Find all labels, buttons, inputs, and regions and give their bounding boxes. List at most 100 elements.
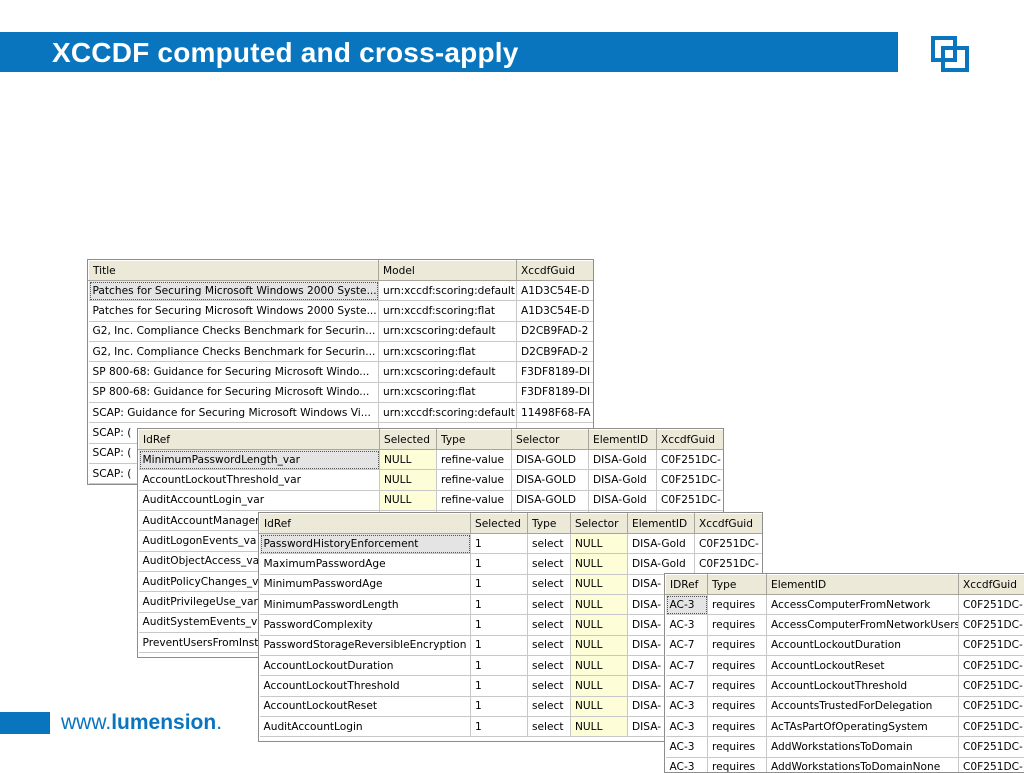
- cell-xccdfguid[interactable]: C0F251DC-: [959, 696, 1024, 716]
- cell-xccdfguid[interactable]: C0F251DC-: [959, 615, 1024, 635]
- cell-idref[interactable]: AuditAccountLogin: [260, 717, 471, 737]
- table-row[interactable]: G2, Inc. Compliance Checks Benchmark for…: [89, 321, 595, 341]
- column-header-type[interactable]: Type: [437, 430, 512, 450]
- cell-elementid[interactable]: AccessComputerFromNetworkUsers: [767, 615, 959, 635]
- cell-xccdfguid[interactable]: D2CB9FAD-2: [517, 342, 595, 362]
- cell-type[interactable]: requires: [708, 676, 767, 696]
- table-row[interactable]: AC-7requiresAccountLockoutThresholdC0F25…: [666, 676, 1024, 696]
- cell-xccdfguid[interactable]: A1D3C54E-D: [517, 281, 595, 301]
- table-row[interactable]: SP 800-68: Guidance for Securing Microso…: [89, 362, 595, 382]
- cell-xccdfguid[interactable]: 11498F68-FA: [517, 403, 595, 423]
- cell-idref[interactable]: MinimumPasswordLength_var: [139, 450, 380, 470]
- table-row[interactable]: AC-3requiresAddWorkstationsToDomainC0F25…: [666, 737, 1024, 757]
- cell-type[interactable]: refine-value: [437, 450, 512, 470]
- cell-elementid[interactable]: AccountLockoutReset: [767, 656, 959, 676]
- cell-selector[interactable]: NULL: [571, 635, 628, 655]
- cell-selected[interactable]: 1: [471, 574, 528, 594]
- cell-idref[interactable]: AC-7: [666, 676, 708, 696]
- cell-type[interactable]: refine-value: [437, 470, 512, 490]
- table-row[interactable]: SCAP: Guidance for Securing Microsoft Wi…: [89, 403, 595, 423]
- cell-idref[interactable]: MinimumPasswordLength: [260, 595, 471, 615]
- cell-elementid[interactable]: DISA-Gold: [589, 450, 657, 470]
- cell-title[interactable]: G2, Inc. Compliance Checks Benchmark for…: [89, 321, 379, 341]
- cell-selector[interactable]: NULL: [571, 676, 628, 696]
- cell-elementid[interactable]: DISA-Gold: [628, 554, 695, 574]
- table-row[interactable]: AC-3requiresAddWorkstationsToDomainNoneC…: [666, 757, 1024, 773]
- column-header-xccdfguid[interactable]: XccdfGuid: [517, 261, 595, 281]
- cell-xccdfguid[interactable]: C0F251DC-: [657, 490, 725, 510]
- table-row[interactable]: PasswordHistoryEnforcement1selectNULLDIS…: [260, 534, 764, 554]
- cell-type[interactable]: select: [528, 574, 571, 594]
- cell-selected[interactable]: 1: [471, 676, 528, 696]
- cell-xccdfguid[interactable]: A1D3C54E-D: [517, 301, 595, 321]
- cell-type[interactable]: select: [528, 696, 571, 716]
- cell-selector[interactable]: NULL: [571, 696, 628, 716]
- column-header-elementid[interactable]: ElementID: [589, 430, 657, 450]
- cell-idref[interactable]: PasswordComplexity: [260, 615, 471, 635]
- column-header-xccdfguid[interactable]: XccdfGuid: [657, 430, 725, 450]
- table-row[interactable]: AC-7requiresAccountLockoutDurationC0F251…: [666, 635, 1024, 655]
- table-row[interactable]: Patches for Securing Microsoft Windows 2…: [89, 281, 595, 301]
- cell-model[interactable]: urn:xccdf:scoring:default: [379, 403, 517, 423]
- cell-idref[interactable]: AC-3: [666, 737, 708, 757]
- cell-selector[interactable]: DISA-GOLD: [512, 470, 589, 490]
- cell-selected[interactable]: NULL: [380, 470, 437, 490]
- cell-selected[interactable]: 1: [471, 696, 528, 716]
- cell-idref[interactable]: AC-3: [666, 696, 708, 716]
- cell-xccdfguid[interactable]: F3DF8189-DI: [517, 382, 595, 402]
- cell-type[interactable]: select: [528, 615, 571, 635]
- cell-elementid[interactable]: AddWorkstationsToDomainNone: [767, 757, 959, 773]
- cell-title[interactable]: G2, Inc. Compliance Checks Benchmark for…: [89, 342, 379, 362]
- requirements-grid[interactable]: IDRefTypeElementIDXccdfGuidAC-3requiresA…: [664, 573, 1024, 773]
- cell-selector[interactable]: NULL: [571, 595, 628, 615]
- cell-idref[interactable]: AuditAccountLogin_var: [139, 490, 380, 510]
- column-header-type[interactable]: Type: [528, 514, 571, 534]
- cell-elementid[interactable]: DISA-Gold: [589, 490, 657, 510]
- cell-elementid[interactable]: AddWorkstationsToDomain: [767, 737, 959, 757]
- cell-selector[interactable]: DISA-GOLD: [512, 490, 589, 510]
- column-header-elementid[interactable]: ElementID: [628, 514, 695, 534]
- cell-idref[interactable]: AccountLockoutDuration: [260, 656, 471, 676]
- cell-idref[interactable]: AccountLockoutThreshold_var: [139, 470, 380, 490]
- column-header-type[interactable]: Type: [708, 575, 767, 595]
- cell-type[interactable]: select: [528, 635, 571, 655]
- cell-type[interactable]: select: [528, 534, 571, 554]
- cell-xccdfguid[interactable]: D2CB9FAD-2: [517, 321, 595, 341]
- cell-type[interactable]: requires: [708, 717, 767, 737]
- cell-selector[interactable]: NULL: [571, 534, 628, 554]
- cell-selector[interactable]: NULL: [571, 554, 628, 574]
- cell-xccdfguid[interactable]: C0F251DC-: [959, 676, 1024, 696]
- cell-selected[interactable]: 1: [471, 554, 528, 574]
- cell-type[interactable]: requires: [708, 595, 767, 615]
- cell-selected[interactable]: NULL: [380, 450, 437, 470]
- column-header-idref[interactable]: IdRef: [139, 430, 380, 450]
- cell-type[interactable]: requires: [708, 635, 767, 655]
- cell-type[interactable]: refine-value: [437, 490, 512, 510]
- cell-elementid[interactable]: AccountLockoutDuration: [767, 635, 959, 655]
- cell-selector[interactable]: NULL: [571, 615, 628, 635]
- cell-idref[interactable]: AC-3: [666, 757, 708, 773]
- cell-idref[interactable]: AC-3: [666, 615, 708, 635]
- table-row[interactable]: AuditAccountLogin_varNULLrefine-valueDIS…: [139, 490, 725, 510]
- column-header-selector[interactable]: Selector: [571, 514, 628, 534]
- cell-xccdfguid[interactable]: C0F251DC-: [695, 534, 764, 554]
- table-row[interactable]: Patches for Securing Microsoft Windows 2…: [89, 301, 595, 321]
- column-header-title[interactable]: Title: [89, 261, 379, 281]
- cell-selected[interactable]: NULL: [380, 490, 437, 510]
- cell-elementid[interactable]: DISA-Gold: [589, 470, 657, 490]
- cell-title[interactable]: SCAP: Guidance for Securing Microsoft Wi…: [89, 403, 379, 423]
- cell-selected[interactable]: 1: [471, 615, 528, 635]
- cell-idref[interactable]: AC-3: [666, 595, 708, 615]
- cell-xccdfguid[interactable]: C0F251DC-: [959, 635, 1024, 655]
- cell-xccdfguid[interactable]: C0F251DC-: [657, 450, 725, 470]
- column-header-idref[interactable]: IDRef: [666, 575, 708, 595]
- column-header-model[interactable]: Model: [379, 261, 517, 281]
- cell-selected[interactable]: 1: [471, 534, 528, 554]
- cell-idref[interactable]: MinimumPasswordAge: [260, 574, 471, 594]
- cell-model[interactable]: urn:xccdf:scoring:default: [379, 281, 517, 301]
- cell-title[interactable]: Patches for Securing Microsoft Windows 2…: [89, 281, 379, 301]
- table-row[interactable]: AC-3requiresAccountsTrustedForDelegation…: [666, 696, 1024, 716]
- table-row[interactable]: MinimumPasswordLength_varNULLrefine-valu…: [139, 450, 725, 470]
- table-row[interactable]: SP 800-68: Guidance for Securing Microso…: [89, 382, 595, 402]
- table-row[interactable]: AC-3requiresAcTAsPartOfOperatingSystemC0…: [666, 717, 1024, 737]
